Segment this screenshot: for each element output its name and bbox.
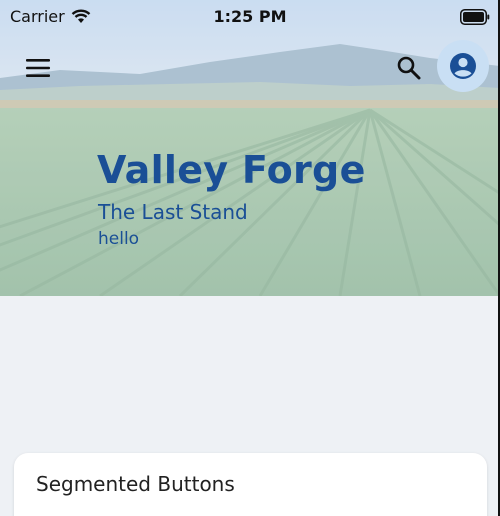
account-button[interactable]: [437, 40, 489, 92]
search-icon: [397, 56, 421, 80]
menu-button[interactable]: [22, 54, 54, 82]
hero-subtitle: The Last Stand: [98, 200, 248, 224]
status-bar: Carrier 1:25 PM: [0, 0, 500, 34]
segmented-buttons-card: Segmented Buttons: [14, 453, 487, 516]
search-button[interactable]: [394, 53, 424, 83]
clock: 1:25 PM: [213, 7, 287, 26]
hero-title: Valley Forge: [97, 148, 366, 192]
account-circle-icon: [450, 53, 476, 79]
battery-icon: [460, 9, 490, 25]
card-title: Segmented Buttons: [36, 472, 235, 496]
hamburger-menu-icon: [26, 59, 50, 77]
app-bar: [0, 40, 500, 96]
hero-caption: hello: [98, 229, 140, 249]
